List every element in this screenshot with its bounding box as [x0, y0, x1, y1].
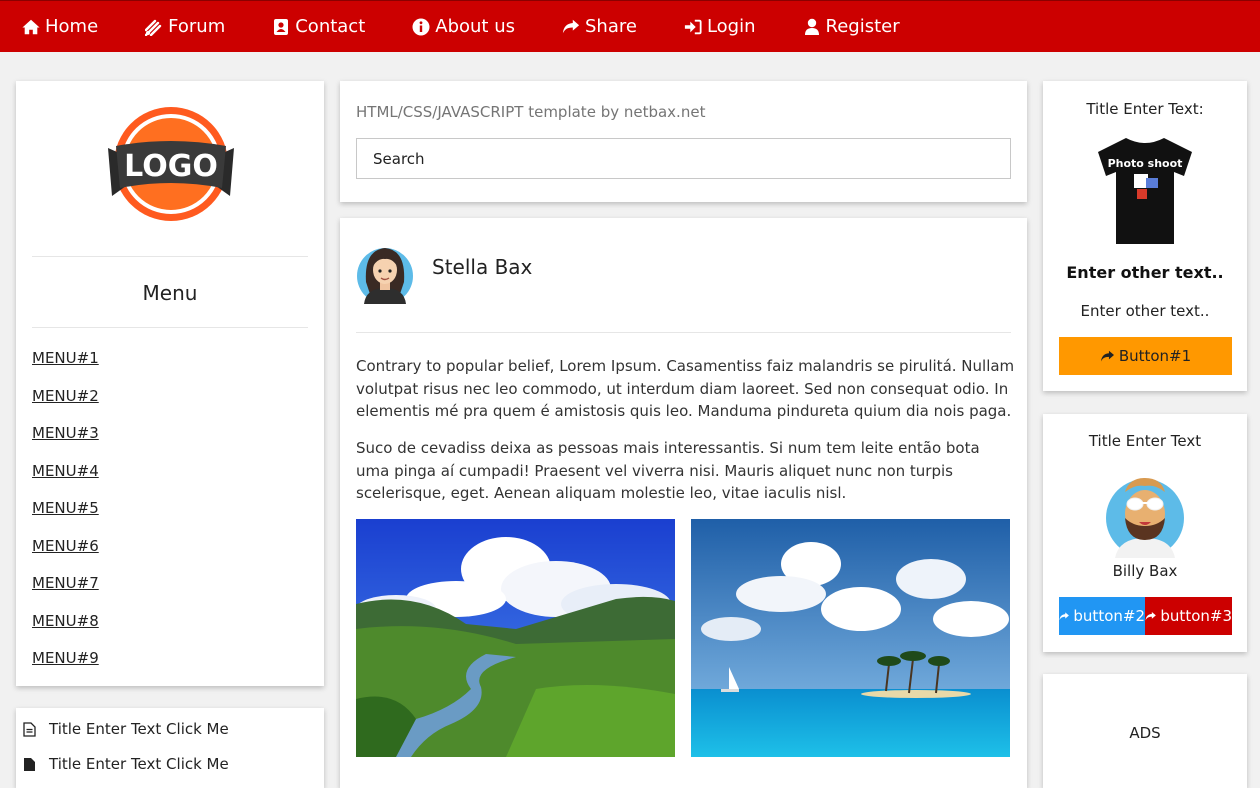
- top-navbar: Home Forum Contact About us Share Login …: [0, 0, 1260, 52]
- nav-forum-label: Forum: [168, 16, 226, 37]
- profile-name: Billy Bax: [1112, 562, 1178, 580]
- user-icon: [804, 18, 819, 35]
- menu-link-2[interactable]: MENU#2: [32, 387, 99, 405]
- logo-text: LOGO: [124, 149, 218, 184]
- sidebar-card: LOGO Menu MENU#1 MENU#2 MENU#3 MENU#4 ME…: [16, 81, 324, 686]
- divider: [356, 332, 1011, 333]
- share-icon: [1145, 611, 1156, 620]
- logo-graphic: LOGO: [108, 107, 234, 221]
- nav-forum[interactable]: Forum: [145, 1, 225, 53]
- divider: [32, 256, 308, 257]
- promo-text: Enter other text..: [1080, 302, 1210, 320]
- menu-link-7[interactable]: MENU#7: [32, 574, 99, 592]
- nav-login[interactable]: Login: [684, 1, 756, 53]
- nav-about[interactable]: About us: [412, 1, 515, 53]
- share-icon: [562, 19, 580, 33]
- nav-share[interactable]: Share: [562, 1, 637, 53]
- home-icon: [22, 19, 40, 34]
- nav-register[interactable]: Register: [803, 1, 900, 53]
- post-author: Stella Bax: [432, 255, 533, 279]
- menu-link-5[interactable]: MENU#5: [32, 499, 99, 517]
- ads-card: ADS: [1043, 674, 1247, 788]
- menu-link-1[interactable]: MENU#1: [32, 349, 99, 367]
- info-icon: [412, 18, 430, 35]
- button-1-label: Button#1: [1118, 347, 1192, 365]
- menu-item: MENU#1: [32, 349, 99, 387]
- divider: [32, 327, 308, 328]
- search-input[interactable]: [356, 138, 1011, 179]
- beach-graphic: [691, 519, 1010, 757]
- promo-bold-text: Enter other text..: [1066, 263, 1224, 282]
- avatar-billy-graphic: [1106, 478, 1184, 558]
- menu-item: MENU#3: [32, 424, 99, 462]
- tshirt-graphic: Photo shoot: [1098, 138, 1192, 244]
- landscape-photo: [356, 519, 675, 757]
- menu-item: MENU#2: [32, 387, 99, 425]
- contact-icon: [274, 18, 289, 35]
- tshirt-text: Photo shoot: [1108, 157, 1183, 170]
- sidebar-link-label: Title Enter Text Click Me: [49, 720, 229, 738]
- avatar: [1105, 474, 1185, 558]
- menu-link-6[interactable]: MENU#6: [32, 537, 99, 555]
- nav-home[interactable]: Home: [22, 1, 98, 53]
- button-2-label: button#2: [1073, 607, 1145, 625]
- avatar: [356, 242, 414, 304]
- post-paragraph: Contrary to popular belief, Lorem Ipsum.…: [356, 357, 1015, 420]
- button-3-label: button#3: [1160, 607, 1232, 625]
- search-card: HTML/CSS/JAVASCRIPT template by netbax.n…: [340, 81, 1027, 202]
- post-card: Stella Bax Contrary to popular belief, L…: [340, 218, 1027, 788]
- post-paragraph: Suco de cevadiss deixa as pessoas mais i…: [356, 439, 980, 502]
- menu-item: MENU#8: [32, 612, 99, 650]
- ads-label: ADS: [1129, 724, 1161, 742]
- button-3[interactable]: button#3: [1145, 597, 1232, 635]
- card-title: Title Enter Text:: [1086, 100, 1204, 118]
- card-title: Title Enter Text: [1088, 432, 1202, 450]
- menu-link-8[interactable]: MENU#8: [32, 612, 99, 630]
- share-icon: [1059, 611, 1069, 620]
- nav-contact[interactable]: Contact: [272, 1, 365, 53]
- sidebar-link[interactable]: Title Enter Text Click Me: [23, 720, 229, 738]
- tshirt-image: Photo shoot: [1096, 134, 1194, 246]
- nav-contact-label: Contact: [295, 16, 366, 37]
- forum-icon: [145, 19, 162, 36]
- menu-link-9[interactable]: MENU#9: [32, 649, 99, 667]
- menu-link-4[interactable]: MENU#4: [32, 462, 99, 480]
- nav-register-label: Register: [825, 16, 900, 37]
- avatar-stella-graphic: [357, 248, 413, 304]
- menu-item: MENU#9: [32, 649, 99, 687]
- promo-card: Title Enter Text: Photo shoot Enter othe…: [1043, 81, 1247, 391]
- menu-list: MENU#1 MENU#2 MENU#3 MENU#4 MENU#5 MENU#…: [32, 349, 99, 687]
- logo[interactable]: LOGO: [106, 106, 236, 224]
- document-icon: [24, 757, 35, 771]
- button-2[interactable]: button#2: [1059, 597, 1145, 635]
- sidebar-link-label: Title Enter Text Click Me: [49, 755, 229, 773]
- login-icon: [684, 19, 702, 34]
- profile-card: Title Enter Text Billy Bax button#2 butt…: [1043, 414, 1247, 652]
- menu-item: MENU#7: [32, 574, 99, 612]
- beach-photo: [691, 519, 1010, 757]
- menu-item: MENU#6: [32, 537, 99, 575]
- menu-item: MENU#5: [32, 499, 99, 537]
- nav-about-label: About us: [435, 16, 515, 37]
- nav-login-label: Login: [706, 16, 756, 37]
- nav-share-label: Share: [585, 16, 637, 37]
- document-icon: [23, 721, 36, 737]
- menu-title: Menu: [142, 281, 198, 305]
- sidebar-links-card: Title Enter Text Click Me Title Enter Te…: [16, 708, 324, 788]
- landscape-graphic: [356, 519, 675, 757]
- menu-link-3[interactable]: MENU#3: [32, 424, 99, 442]
- sidebar-link[interactable]: Title Enter Text Click Me: [23, 755, 229, 773]
- template-credit: HTML/CSS/JAVASCRIPT template by netbax.n…: [356, 103, 706, 121]
- nav-home-label: Home: [45, 16, 99, 37]
- menu-item: MENU#4: [32, 462, 99, 500]
- button-1[interactable]: Button#1: [1059, 337, 1232, 375]
- share-icon: [1100, 350, 1114, 362]
